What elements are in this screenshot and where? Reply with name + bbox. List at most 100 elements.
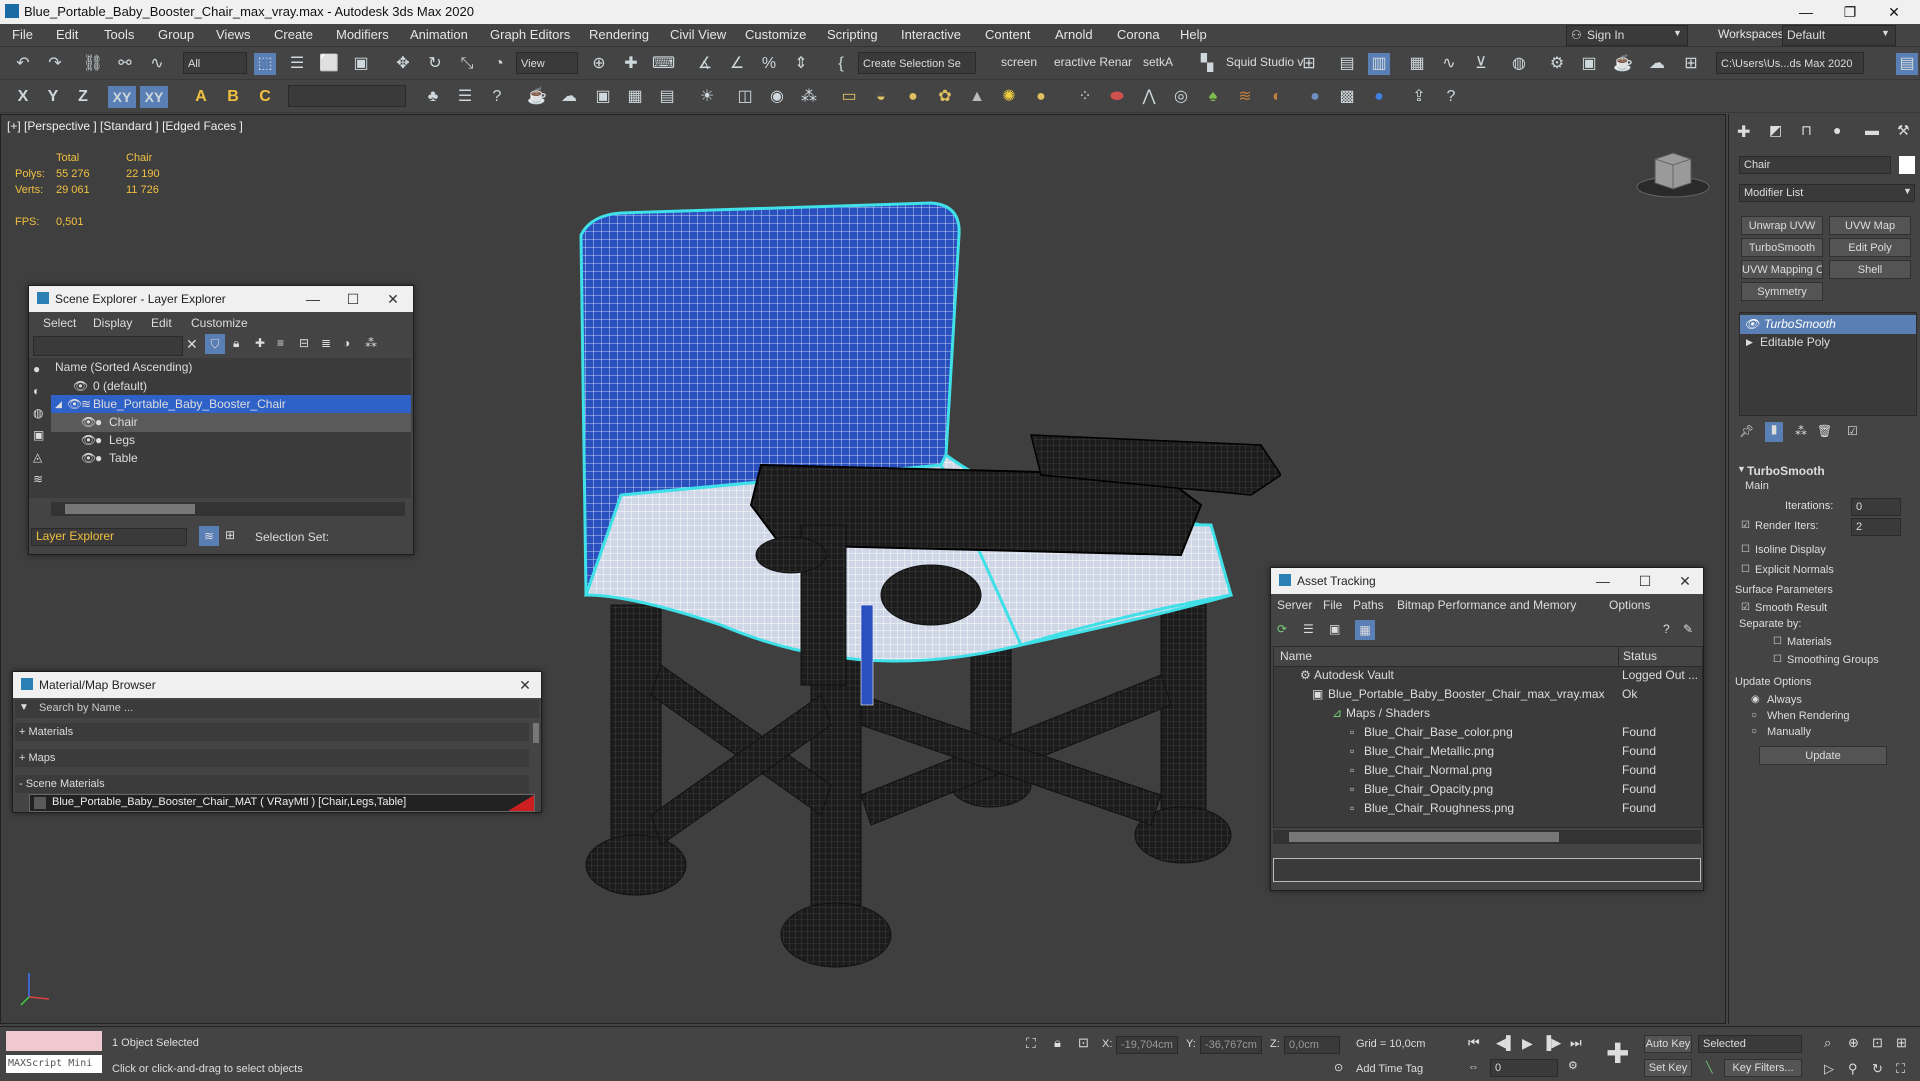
- teapot-icon[interactable]: ☕: [526, 86, 548, 108]
- show-end-result-icon[interactable]: ▮: [1765, 422, 1783, 442]
- select-manipulate-icon[interactable]: ✚: [620, 53, 642, 75]
- when-rendering-radio[interactable]: ○: [1751, 710, 1757, 721]
- uvw-mapping-clear-button[interactable]: UVW Mapping Clea: [1741, 260, 1823, 279]
- shell-icon[interactable]: ◐: [1266, 86, 1288, 108]
- export-icon[interactable]: ⇪: [1408, 86, 1430, 108]
- menu-edit[interactable]: Edit: [151, 316, 172, 330]
- plant-icon[interactable]: ♠: [1202, 86, 1224, 108]
- speaker-icon[interactable]: ◉: [766, 86, 788, 108]
- turbosmooth-button[interactable]: TurboSmooth: [1741, 238, 1823, 257]
- sun-icon[interactable]: ✺: [998, 86, 1020, 108]
- menu-server[interactable]: Server: [1277, 598, 1312, 612]
- ref-coord-dropdown[interactable]: View: [516, 52, 578, 74]
- display-warps-icon[interactable]: ≋: [33, 472, 43, 486]
- link-icon[interactable]: ⛓: [82, 53, 104, 75]
- rendered-frame-icon[interactable]: ▣: [1578, 53, 1600, 75]
- scale-icon[interactable]: ⤡: [456, 53, 478, 75]
- zoom-extents-all-icon[interactable]: ⊞: [1896, 1035, 1907, 1051]
- select-object-icon[interactable]: ⬚: [254, 53, 276, 75]
- collapse-icon[interactable]: ▼: [1737, 464, 1746, 474]
- symmetry-button[interactable]: Symmetry: [1741, 282, 1823, 301]
- squid-studio-shortcut[interactable]: Squid Studio v: [1226, 55, 1303, 69]
- rotate-icon[interactable]: ↻: [424, 53, 446, 75]
- auto-key-button[interactable]: Auto Key: [1644, 1035, 1692, 1053]
- list-view-icon[interactable]: ☰: [1303, 622, 1314, 636]
- asset-tracking-titlebar[interactable]: Asset Tracking — ☐ ✕: [1271, 568, 1703, 594]
- list-icon[interactable]: ☰: [454, 86, 476, 108]
- menu-create[interactable]: Create: [274, 27, 313, 42]
- set-key-button[interactable]: Set Key: [1644, 1059, 1692, 1077]
- render-production-icon[interactable]: ☕: [1612, 53, 1634, 75]
- stack-item-editable-poly[interactable]: ▶ Editable Poly: [1740, 333, 1916, 352]
- menu-rendering[interactable]: Rendering: [589, 27, 649, 42]
- table-row[interactable]: ⊿ Maps / Shaders: [1274, 704, 1702, 723]
- scatter-icon[interactable]: ▩: [1336, 86, 1358, 108]
- pivot-icon[interactable]: ⊕: [588, 53, 610, 75]
- film-icon[interactable]: ◫: [734, 86, 756, 108]
- manually-radio[interactable]: ○: [1751, 726, 1757, 737]
- y-coord-field[interactable]: -36,767cm: [1200, 1036, 1262, 1054]
- hair-icon[interactable]: ≋: [1234, 86, 1256, 108]
- close-icon[interactable]: ✕: [1874, 2, 1914, 22]
- highlight-icon[interactable]: ✎: [1683, 622, 1693, 636]
- axis-y-button[interactable]: Y: [42, 86, 64, 108]
- table-row[interactable]: ▫ Blue_Chair_Normal.png Found: [1274, 761, 1702, 780]
- key-mode-icon[interactable]: ⇔: [1468, 1061, 1479, 1073]
- display-geometry-icon[interactable]: ◐: [33, 384, 40, 398]
- next-frame-icon[interactable]: ▐▶: [1542, 1035, 1561, 1051]
- unwrap-uvw-button[interactable]: Unwrap UVW: [1741, 216, 1823, 235]
- list-item[interactable]: 👁︎ 0 (default): [51, 377, 411, 396]
- ball-icon[interactable]: ●: [1030, 86, 1052, 108]
- expand-icon[interactable]: ▶: [1746, 333, 1753, 352]
- update-button[interactable]: Update: [1759, 746, 1887, 765]
- horizontal-scrollbar[interactable]: [51, 502, 405, 516]
- previous-frame-icon[interactable]: ◀▌: [1496, 1035, 1515, 1051]
- table-icon[interactable]: ▤: [656, 86, 678, 108]
- time-tag-icon[interactable]: ⊙: [1334, 1061, 1343, 1074]
- object-color-swatch[interactable]: [1899, 156, 1915, 174]
- menu-file[interactable]: File: [1323, 598, 1342, 612]
- edit-poly-button[interactable]: Edit Poly: [1829, 238, 1911, 257]
- ribbon-icon[interactable]: ▦: [1406, 53, 1428, 75]
- tree-icon[interactable]: ♣: [422, 86, 444, 108]
- menu-help[interactable]: Help: [1180, 27, 1207, 42]
- bulb-icon[interactable]: ☀: [696, 86, 718, 108]
- plane-icon[interactable]: ▭: [838, 86, 860, 108]
- list-item[interactable]: 👁︎ ● Table: [51, 449, 411, 468]
- material-browser-titlebar[interactable]: Material/Map Browser ✕: [13, 672, 541, 698]
- scene-material-item[interactable]: Blue_Portable_Baby_Booster_Chair_MAT ( V…: [29, 794, 535, 812]
- sign-in-dropdown[interactable]: ⚇ Sign In ▼: [1566, 25, 1688, 46]
- screen-shortcut[interactable]: screen: [1001, 55, 1037, 69]
- setka-shortcut[interactable]: setkA: [1143, 55, 1173, 69]
- stack-item-turbosmooth[interactable]: 👁︎ TurboSmooth: [1740, 315, 1916, 334]
- selection-filter-dropdown[interactable]: All: [183, 52, 247, 74]
- maximize-icon[interactable]: ☐: [339, 289, 367, 309]
- snap-3d-icon[interactable]: ∡: [694, 53, 716, 75]
- eye-icon[interactable]: 👁︎: [73, 377, 88, 396]
- tree-icon[interactable]: ⊟: [299, 336, 309, 350]
- align-icon[interactable]: ⊞: [1298, 53, 1320, 75]
- smooth-result-checkbox[interactable]: ☑: [1741, 602, 1750, 613]
- maximize-icon[interactable]: ☐: [1631, 571, 1659, 591]
- eye-icon[interactable]: 👁︎: [67, 395, 82, 414]
- close-icon[interactable]: ✕: [511, 675, 539, 695]
- curve-editor-icon[interactable]: ∿: [1438, 53, 1460, 75]
- always-radio[interactable]: ◉: [1751, 694, 1760, 705]
- menu-bitmap-performance[interactable]: Bitmap Performance and Memory: [1397, 598, 1576, 612]
- layer-toggle-icon[interactable]: ≋: [199, 526, 219, 546]
- maximize-viewport-icon[interactable]: ⛶: [1896, 1061, 1905, 1077]
- explorer-mode-dropdown[interactable]: Layer Explorer: [31, 528, 187, 546]
- scrollbar-thumb[interactable]: [533, 723, 539, 743]
- col-status-header[interactable]: Status: [1618, 647, 1657, 666]
- scene-materials-section[interactable]: - Scene Materials: [15, 775, 529, 793]
- layer-add-icon[interactable]: ⊞: [225, 528, 235, 542]
- render-cloud-icon[interactable]: ☁: [1646, 53, 1668, 75]
- zoom-extents-icon[interactable]: ⊡: [1872, 1035, 1883, 1051]
- modifier-list-dropdown[interactable]: Modifier List: [1739, 184, 1915, 202]
- globe-icon[interactable]: ◎: [1170, 86, 1192, 108]
- table-row[interactable]: ▫ Blue_Chair_Roughness.png Found: [1274, 799, 1702, 818]
- add-time-tag[interactable]: Add Time Tag: [1356, 1063, 1423, 1075]
- collapse-icon[interactable]: ◢: [55, 395, 62, 414]
- sync-icon[interactable]: ⁂: [365, 336, 377, 350]
- table-view-icon[interactable]: ▦: [1355, 620, 1375, 640]
